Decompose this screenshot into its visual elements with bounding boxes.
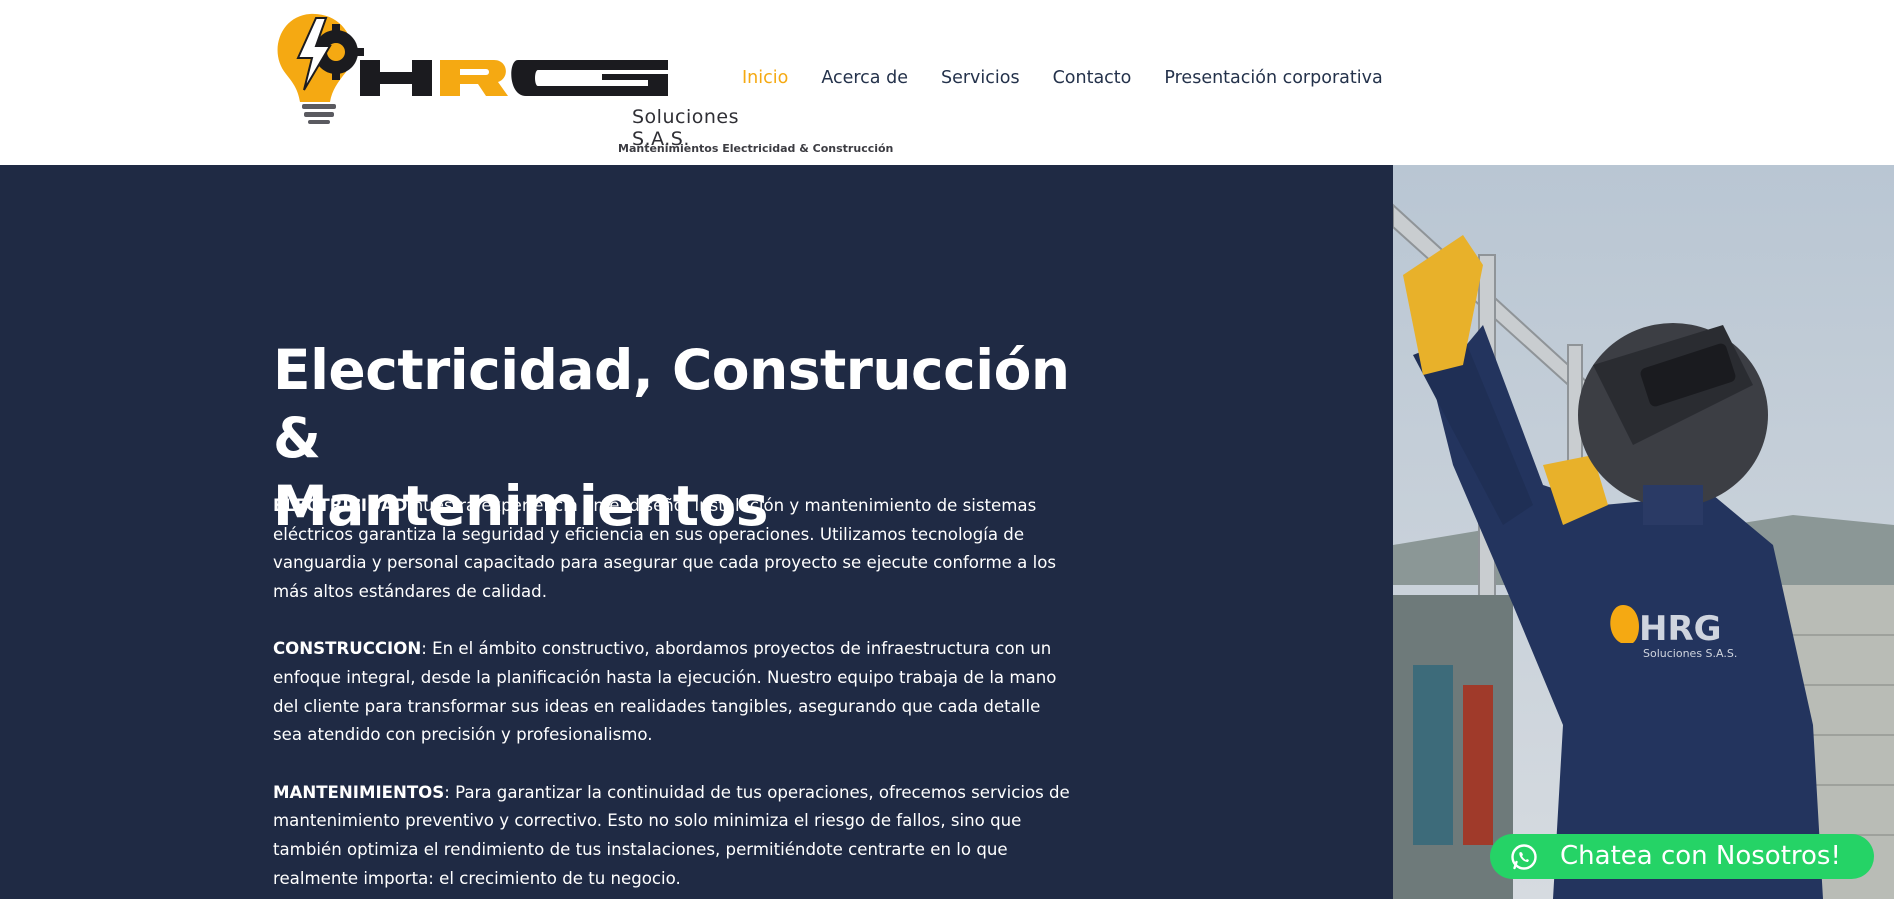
brand-logo[interactable]: Soluciones S.A.S. Mantenimientos Electri… [272,12,893,155]
shirt-logo-text: HRG [1639,609,1722,649]
paragraph-lead: ELECTRICIDAD [273,496,408,515]
nav-item-contacto[interactable]: Contacto [1053,68,1132,88]
hero-title-line1: Electricidad, Construcción & [273,338,1070,470]
hero-body: ELECTRICIDAD nuestra experiencia en el d… [273,492,1073,899]
logo-mark [277,13,668,124]
paragraph-electricidad: ELECTRICIDAD nuestra experiencia en el d… [273,492,1073,607]
nav-item-servicios[interactable]: Servicios [941,68,1020,88]
main-nav: Inicio Acerca de Servicios Contacto Pres… [742,68,1416,88]
worker-photo-illustration: HRG Soluciones S.A.S. [1393,165,1894,899]
worker-photo: HRG Soluciones S.A.S. [1393,165,1894,899]
chat-label: Chatea con Nosotros! [1560,841,1841,871]
nav-item-presentacion[interactable]: Presentación corporativa [1164,68,1382,88]
paragraph-lead: CONSTRUCCION [273,639,422,659]
nav-item-inicio[interactable]: Inicio [742,68,788,88]
site-header: Soluciones S.A.S. Mantenimientos Electri… [0,0,1894,165]
paragraph-construccion: CONSTRUCCION: En el ámbito constructivo,… [273,635,1073,750]
paragraph-mantenimientos: MANTENIMIENTOS: Para garantizar la conti… [273,779,1073,894]
logo-tagline: Mantenimientos Electricidad & Construcci… [618,142,894,155]
nav-item-acerca-de[interactable]: Acerca de [821,68,908,88]
shirt-logo-sub: Soluciones S.A.S. [1643,647,1737,660]
whatsapp-icon [1510,843,1538,871]
paragraph-lead: MANTENIMIENTOS [273,782,445,802]
whatsapp-chat-button[interactable]: Chatea con Nosotros! [1490,834,1874,879]
